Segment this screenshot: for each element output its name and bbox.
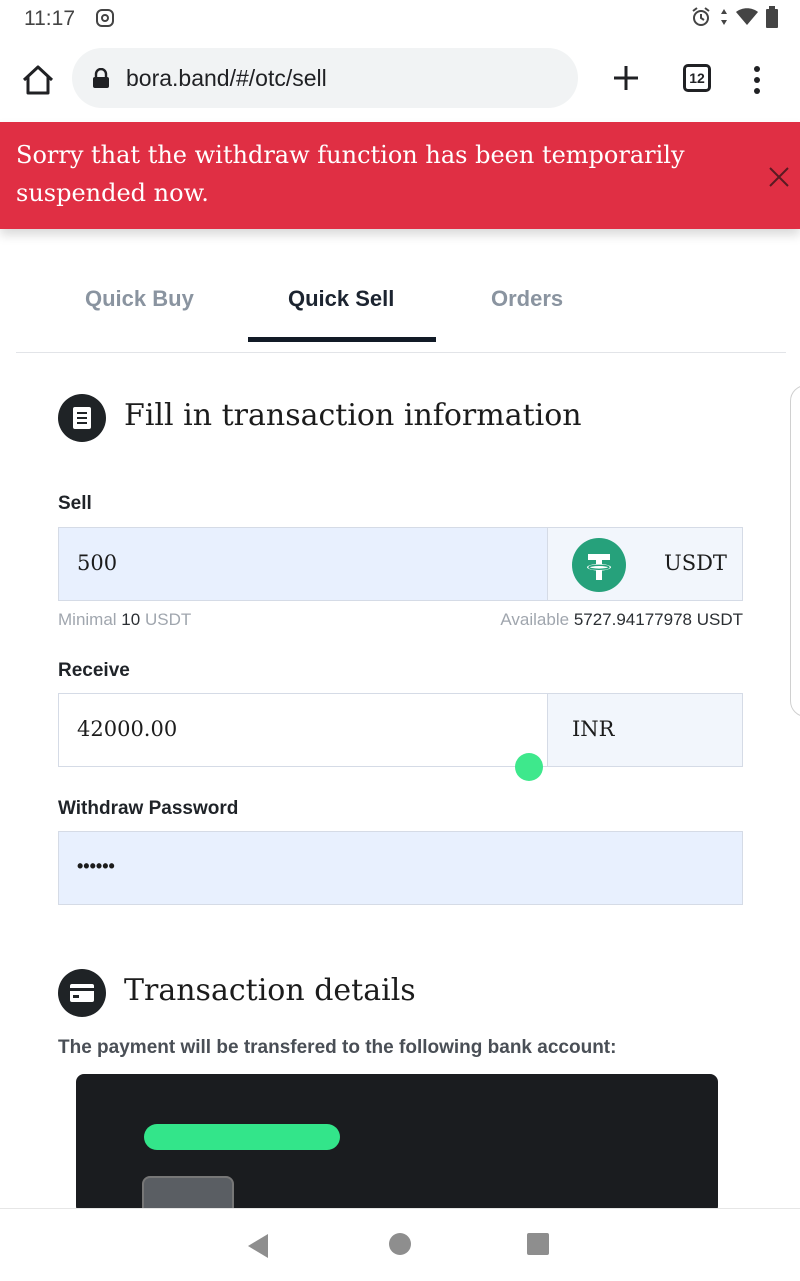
banner-message: Sorry that the withdraw function has bee… [16, 141, 685, 207]
minimal-label: Minimal [58, 610, 117, 629]
more-options-icon[interactable] [745, 62, 769, 98]
minimal-hint: Minimal 10 USDT [58, 610, 191, 630]
receive-currency-selector[interactable]: INR [547, 693, 743, 767]
tab-count-button[interactable]: 12 [683, 64, 711, 92]
instagram-notification-icon [96, 9, 114, 27]
address-bar[interactable]: bora.band/#/otc/sell [72, 48, 578, 108]
alarm-icon [692, 7, 710, 26]
tether-icon [572, 538, 626, 592]
sell-label: Sell [58, 493, 92, 514]
document-icon [73, 407, 91, 429]
sell-currency: USDT [664, 551, 727, 575]
url-text: bora.band/#/otc/sell [126, 65, 327, 91]
details-section-title: Transaction details [124, 973, 416, 1008]
available-hint: Available 5727.94177978 USDT [500, 610, 743, 630]
edge-panel-handle [790, 385, 800, 717]
recents-icon[interactable] [527, 1233, 549, 1255]
form-section-icon [58, 394, 106, 442]
sell-currency-selector[interactable]: USDT [547, 527, 743, 601]
battery-icon [766, 6, 778, 28]
new-tab-icon[interactable] [608, 60, 644, 96]
details-section-icon [58, 969, 106, 1017]
receive-currency: INR [572, 717, 615, 741]
active-tab-indicator [248, 337, 436, 342]
tab-quick-sell[interactable]: Quick Sell [288, 286, 394, 312]
minimal-unit: USDT [144, 610, 192, 629]
home-nav-icon[interactable] [389, 1233, 411, 1255]
minimal-value: 10 [121, 610, 141, 629]
sell-amount-value: 500 [77, 551, 118, 575]
wifi-icon [736, 8, 758, 25]
touch-indicator [515, 753, 543, 781]
lock-icon [93, 68, 109, 88]
system-navigation-bar [0, 1208, 800, 1281]
withdraw-password-value: •••••• [77, 856, 115, 876]
browser-toolbar: bora.band/#/otc/sell 12 [0, 38, 800, 123]
error-banner: Sorry that the withdraw function has bee… [0, 122, 800, 229]
tab-orders[interactable]: Orders [491, 286, 563, 312]
available-value: 5727.94177978 USDT [573, 610, 743, 629]
status-time: 11:17 [24, 7, 75, 30]
status-icons [690, 6, 778, 28]
bank-card [76, 1074, 718, 1214]
status-bar: 11:17 [0, 0, 800, 38]
credit-card-icon [70, 984, 94, 1002]
form-section-title: Fill in transaction information [124, 398, 582, 433]
home-icon[interactable] [20, 62, 56, 98]
available-label: Available [500, 610, 570, 629]
tab-divider [16, 352, 786, 353]
receive-amount-value: 42000.00 [77, 717, 178, 741]
sell-amount-input[interactable]: 500 [58, 527, 548, 601]
redacted-account-mark [144, 1124, 340, 1150]
data-arrows-icon [721, 9, 727, 25]
close-icon[interactable] [766, 164, 792, 190]
receive-amount-input[interactable]: 42000.00 [58, 693, 548, 767]
withdraw-password-label: Withdraw Password [58, 798, 239, 819]
back-icon[interactable] [246, 1233, 270, 1259]
tab-quick-buy[interactable]: Quick Buy [85, 286, 194, 312]
receive-label: Receive [58, 660, 130, 681]
payment-note: The payment will be transfered to the fo… [58, 1037, 617, 1058]
withdraw-password-input[interactable]: •••••• [58, 831, 743, 905]
